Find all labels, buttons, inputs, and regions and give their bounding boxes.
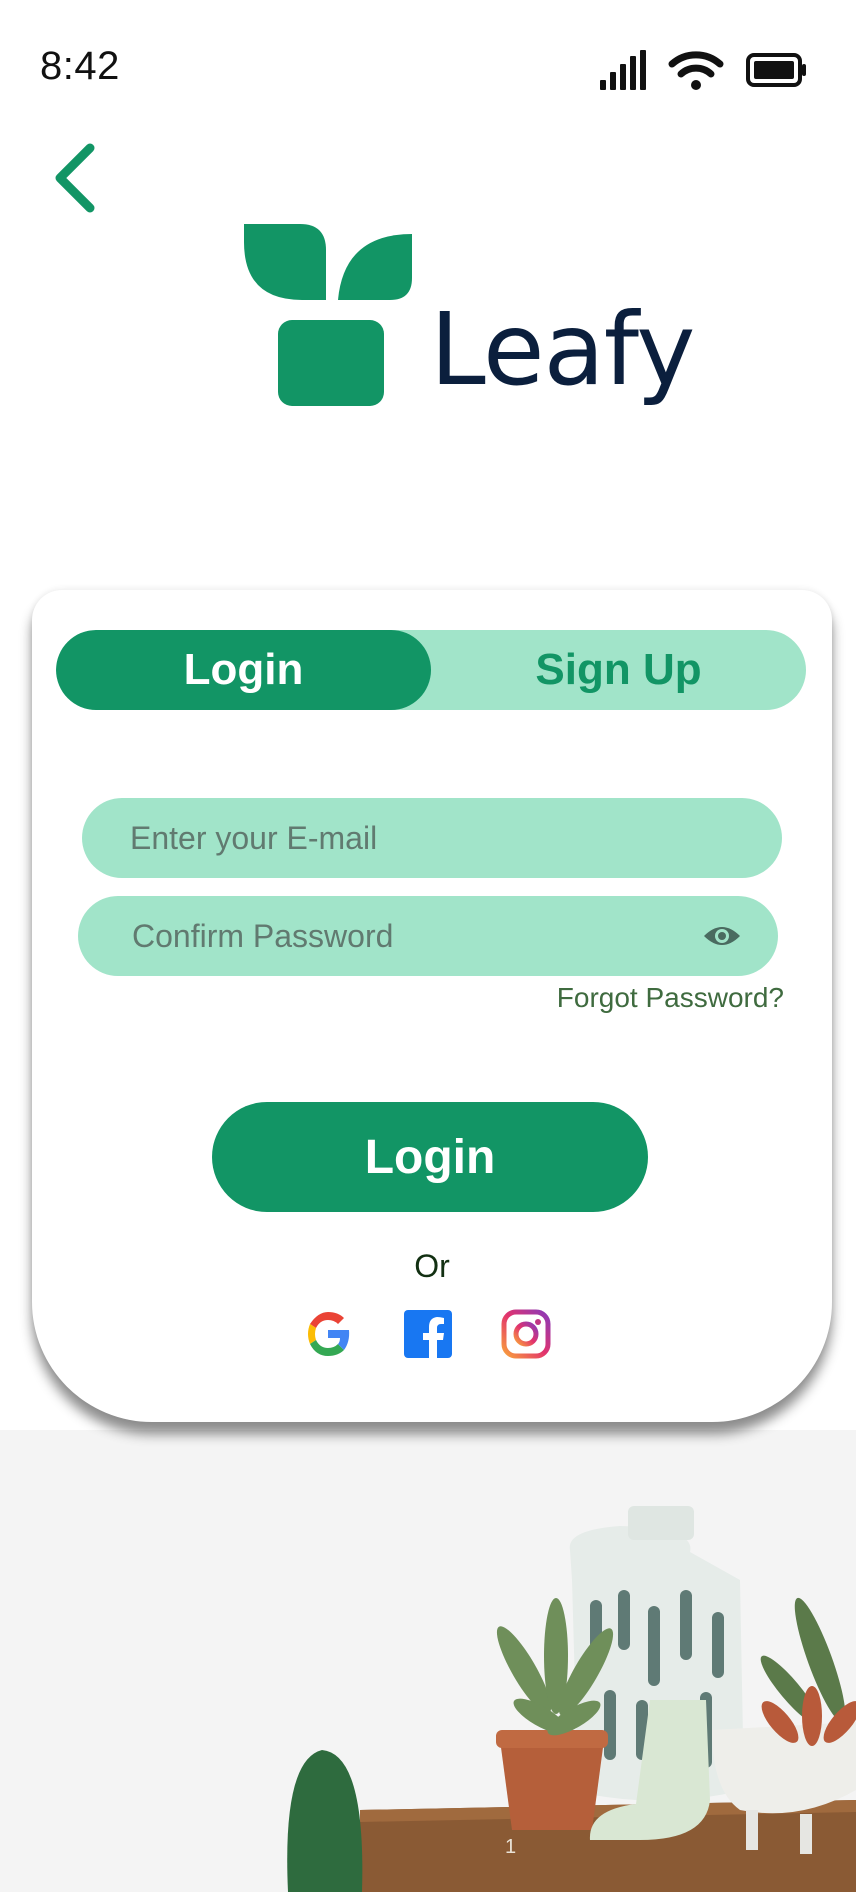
tab-signup[interactable]: Sign Up	[431, 630, 806, 710]
plants-photo	[0, 1430, 856, 1892]
status-time: 8:42	[40, 44, 120, 88]
login-card: Login Sign Up Forgot Password? Login Or	[32, 590, 832, 1422]
status-bar: 8:42	[0, 0, 856, 120]
leaf-pot-logo-icon	[244, 224, 412, 406]
wifi-icon	[668, 51, 724, 90]
back-button[interactable]	[48, 140, 108, 220]
email-input[interactable]	[128, 818, 656, 858]
cellular-signal-icon	[600, 50, 646, 90]
password-field[interactable]	[78, 896, 778, 976]
plants-illustration	[287, 1506, 856, 1892]
facebook-icon	[404, 1310, 452, 1358]
instagram-login-button[interactable]	[500, 1308, 552, 1360]
login-button[interactable]: Login	[212, 1102, 648, 1212]
social-login-row	[302, 1308, 562, 1364]
forgot-password-link[interactable]: Forgot Password?	[557, 982, 784, 1014]
or-divider-text: Or	[414, 1248, 450, 1284]
chevron-left-icon	[55, 143, 95, 213]
battery-icon	[746, 53, 806, 87]
email-field[interactable]	[82, 798, 782, 878]
instagram-icon	[501, 1309, 551, 1359]
auth-tabs: Login Sign Up	[56, 630, 806, 710]
page-number: 1	[505, 1836, 517, 1858]
brand-logo: Leafy	[240, 220, 695, 410]
status-icons	[598, 50, 808, 90]
tab-login[interactable]: Login	[56, 630, 431, 710]
password-input[interactable]	[130, 916, 653, 956]
facebook-login-button[interactable]	[402, 1308, 454, 1360]
brand-name: Leafy	[430, 291, 695, 408]
google-icon	[308, 1312, 350, 1356]
eye-icon[interactable]	[702, 922, 742, 950]
google-login-button[interactable]	[302, 1308, 354, 1360]
